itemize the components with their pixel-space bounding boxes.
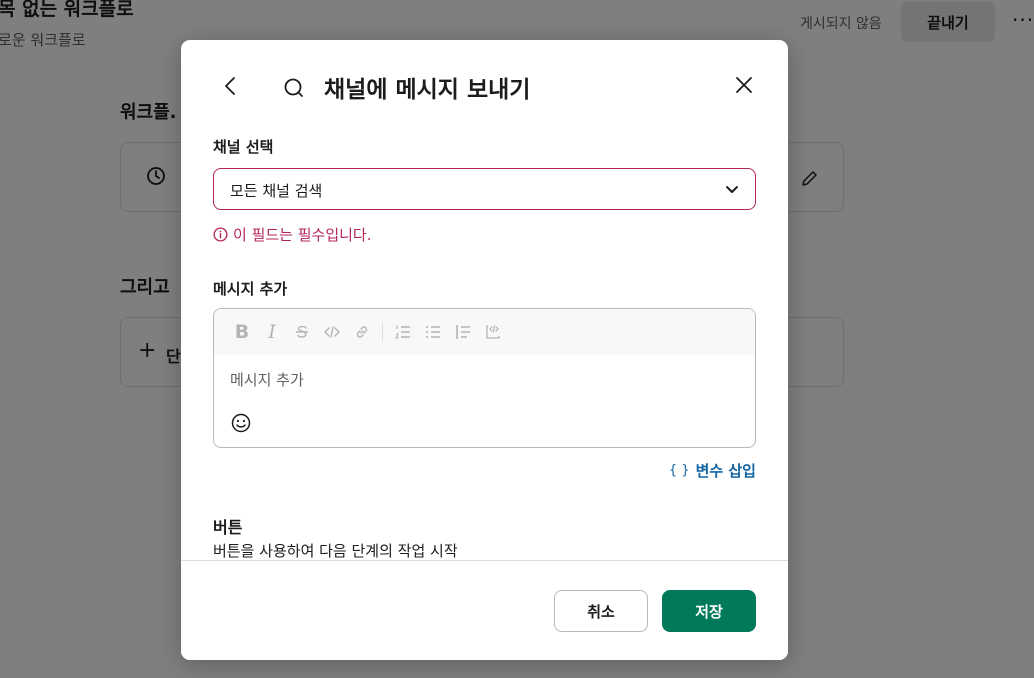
search-icon bbox=[284, 78, 303, 97]
channel-select-placeholder: 모든 채널 검색 bbox=[230, 182, 323, 200]
modal-body[interactable]: 채널 선택 모든 채널 검색 이 필드는 필수입니다. 메시지 추가 B I 메… bbox=[181, 132, 788, 560]
modal-header: 채널에 메시지 보내기 bbox=[181, 40, 788, 132]
insert-variable-label: 변수 삽입 bbox=[695, 462, 756, 480]
chevron-down-icon bbox=[726, 186, 738, 193]
bullet-list-icon[interactable] bbox=[419, 318, 447, 346]
buttons-label: 버튼 bbox=[213, 518, 243, 537]
emoji-icon[interactable] bbox=[230, 412, 252, 434]
code-icon[interactable] bbox=[318, 318, 346, 346]
cancel-button[interactable]: 취소 bbox=[554, 590, 648, 632]
braces-icon: { } bbox=[668, 463, 690, 478]
modal-footer: 취소 저장 bbox=[181, 560, 788, 660]
close-icon[interactable] bbox=[732, 73, 756, 97]
message-editor[interactable]: B I 메시지 추가 bbox=[213, 308, 756, 448]
error-text: 이 필드는 필수입니다. bbox=[233, 226, 372, 244]
buttons-description: 버튼을 사용하여 다음 단계의 작업 시작 bbox=[213, 542, 458, 560]
strikethrough-icon[interactable] bbox=[288, 318, 316, 346]
insert-variable-button[interactable]: { } 변수 삽입 bbox=[669, 460, 756, 481]
bold-icon[interactable]: B bbox=[228, 318, 256, 346]
modal-title: 채널에 메시지 보내기 bbox=[324, 77, 531, 103]
channel-error: 이 필드는 필수입니다. bbox=[213, 224, 372, 245]
formatting-toolbar: B I bbox=[214, 309, 755, 355]
code-block-icon[interactable] bbox=[479, 318, 507, 346]
send-message-modal: 채널에 메시지 보내기 채널 선택 모든 채널 검색 이 필드는 필수입니다. … bbox=[181, 40, 788, 660]
error-icon bbox=[213, 227, 228, 242]
save-button[interactable]: 저장 bbox=[662, 590, 756, 632]
channel-select[interactable]: 모든 채널 검색 bbox=[213, 168, 756, 210]
channel-select-label: 채널 선택 bbox=[213, 138, 274, 156]
ordered-list-icon[interactable] bbox=[389, 318, 417, 346]
message-input[interactable]: 메시지 추가 bbox=[230, 369, 304, 390]
italic-icon[interactable]: I bbox=[258, 318, 286, 346]
back-icon[interactable] bbox=[219, 74, 243, 98]
message-label: 메시지 추가 bbox=[213, 280, 288, 298]
link-icon[interactable] bbox=[348, 318, 376, 346]
toolbar-divider bbox=[382, 323, 383, 341]
quote-icon[interactable] bbox=[449, 318, 477, 346]
